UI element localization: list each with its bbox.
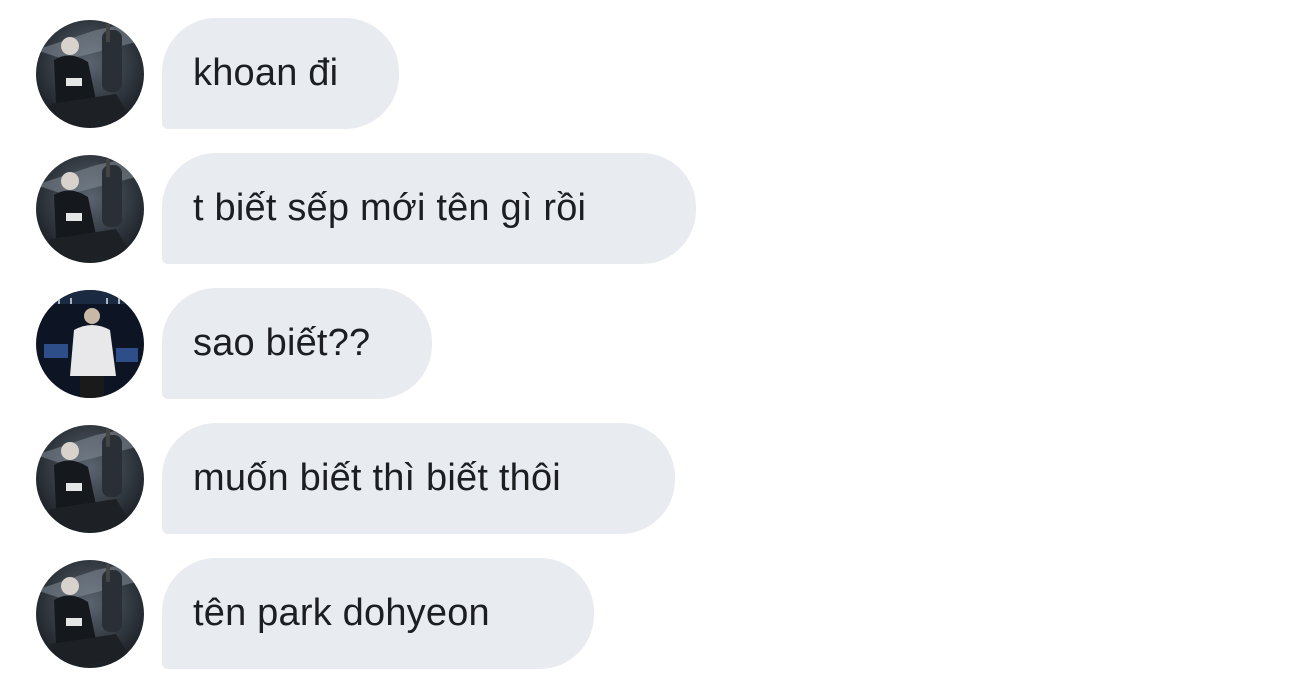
message-bubble[interactable]: tên park dohyeon <box>162 558 594 669</box>
avatar[interactable] <box>36 559 144 668</box>
message-row: tên park dohyeon <box>36 558 594 669</box>
message-row: khoan đi <box>36 18 399 129</box>
message-text: muốn biết thì biết thôi <box>193 457 561 499</box>
avatar[interactable] <box>36 424 144 533</box>
message-text: khoan đi <box>193 52 339 94</box>
message-text: tên park dohyeon <box>193 592 490 634</box>
message-row: t biết sếp mới tên gì rồi <box>36 153 696 264</box>
message-bubble[interactable]: khoan đi <box>162 18 399 129</box>
message-bubble[interactable]: muốn biết thì biết thôi <box>162 423 675 534</box>
avatar[interactable] <box>36 154 144 263</box>
message-bubble[interactable]: t biết sếp mới tên gì rồi <box>162 153 696 264</box>
message-text: sao biết?? <box>193 322 371 364</box>
message-text: t biết sếp mới tên gì rồi <box>193 187 587 229</box>
avatar[interactable] <box>36 289 144 398</box>
avatar[interactable] <box>36 19 144 128</box>
message-row: muốn biết thì biết thôi <box>36 423 675 534</box>
message-bubble[interactable]: sao biết?? <box>162 288 432 399</box>
message-thread: khoan đi t biết sếp mới tên gì rồi sao b… <box>0 0 1290 679</box>
message-row: sao biết?? <box>36 288 432 399</box>
